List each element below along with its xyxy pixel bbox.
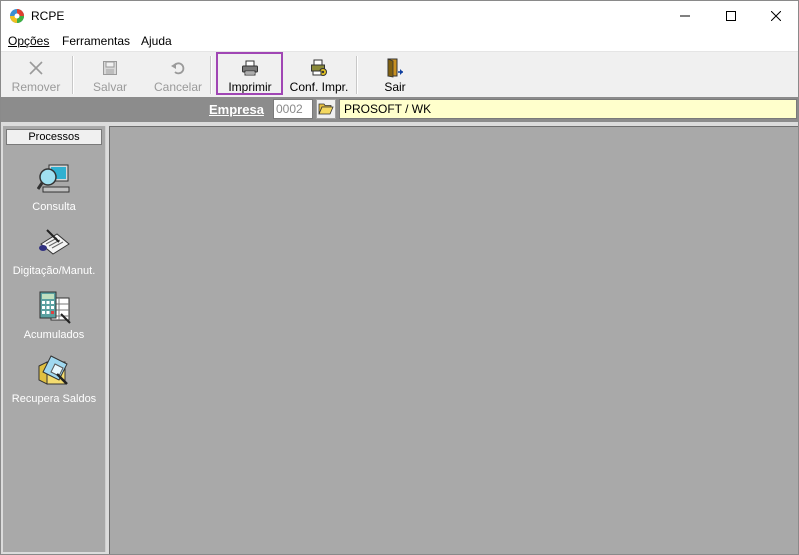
- empresa-name-field: PROSOFT / WK: [339, 99, 797, 119]
- close-button[interactable]: [753, 1, 798, 31]
- imprimir-label: Imprimir: [228, 80, 272, 94]
- toolbar-separator: [210, 56, 212, 94]
- salvar-button[interactable]: Salvar: [85, 52, 135, 96]
- consulta-icon: [36, 164, 70, 193]
- empresa-lookup-button[interactable]: [316, 99, 336, 119]
- remover-button[interactable]: Remover: [9, 52, 63, 96]
- printer-settings-icon: [309, 58, 329, 78]
- recupera-saldos-icon: [38, 355, 68, 385]
- maximize-icon: [726, 11, 736, 21]
- menu-bar: Opções Ferramentas Ajuda: [1, 31, 798, 52]
- folder-open-icon: [318, 103, 334, 115]
- title-bar: RCPE: [1, 1, 798, 31]
- menu-opcoes[interactable]: Opções: [8, 34, 49, 48]
- sidebar-item-digitacao[interactable]: Digitação/Manut.: [3, 226, 105, 277]
- toolbar-separator: [72, 56, 74, 94]
- conf-impr-label: Conf. Impr.: [289, 80, 349, 94]
- save-disk-icon: [100, 58, 120, 78]
- imprimir-button[interactable]: Imprimir: [221, 52, 279, 96]
- acumulados-label: Acumulados: [23, 329, 85, 341]
- menu-ferramentas[interactable]: Ferramentas: [62, 34, 130, 48]
- processos-sidebar: Processos Consulta Digitação/Manut. Acum…: [3, 126, 106, 552]
- menu-ajuda[interactable]: Ajuda: [141, 34, 172, 48]
- digitacao-label: Digitação/Manut.: [12, 265, 96, 277]
- minimize-button[interactable]: [662, 1, 708, 31]
- sidebar-item-acumulados[interactable]: Acumulados: [3, 290, 105, 341]
- mdi-workspace: [109, 126, 798, 554]
- undo-icon: [168, 58, 188, 78]
- cancelar-button[interactable]: Cancelar: [151, 52, 205, 96]
- sidebar-header: Processos: [6, 129, 102, 145]
- client-area: Processos Consulta Digitação/Manut. Acum…: [1, 122, 798, 554]
- empresa-bar: Empresa 0002 PROSOFT / WK: [1, 97, 798, 122]
- digitacao-icon: [39, 229, 70, 255]
- empresa-label: Empresa: [209, 102, 264, 117]
- toolbar-separator: [356, 56, 358, 94]
- sair-label: Sair: [384, 80, 406, 94]
- conf-impr-button[interactable]: Conf. Impr.: [288, 52, 350, 96]
- consulta-label: Consulta: [32, 201, 76, 213]
- printer-icon: [240, 58, 260, 78]
- sidebar-item-recupera-saldos[interactable]: Recupera Saldos: [3, 354, 105, 405]
- close-icon: [771, 11, 781, 21]
- empresa-code-field[interactable]: 0002: [273, 99, 313, 119]
- app-window: RCPE Opções Ferramentas Ajuda Remover Sa…: [0, 0, 799, 555]
- remover-label: Remover: [11, 80, 61, 94]
- recupera-saldos-label: Recupera Saldos: [11, 393, 97, 405]
- toolbar: Remover Salvar Cancelar Imprimir Conf. I…: [1, 52, 798, 97]
- cancelar-label: Cancelar: [153, 80, 203, 94]
- minimize-icon: [680, 15, 690, 17]
- app-logo-icon: [10, 9, 24, 23]
- sair-button[interactable]: Sair: [377, 52, 413, 96]
- salvar-label: Salvar: [92, 80, 127, 94]
- remove-x-icon: [26, 58, 46, 78]
- sidebar-item-consulta[interactable]: Consulta: [3, 162, 105, 213]
- exit-door-icon: [385, 58, 405, 78]
- window-title: RCPE: [31, 9, 65, 23]
- maximize-button[interactable]: [708, 1, 754, 31]
- acumulados-icon: [39, 291, 71, 324]
